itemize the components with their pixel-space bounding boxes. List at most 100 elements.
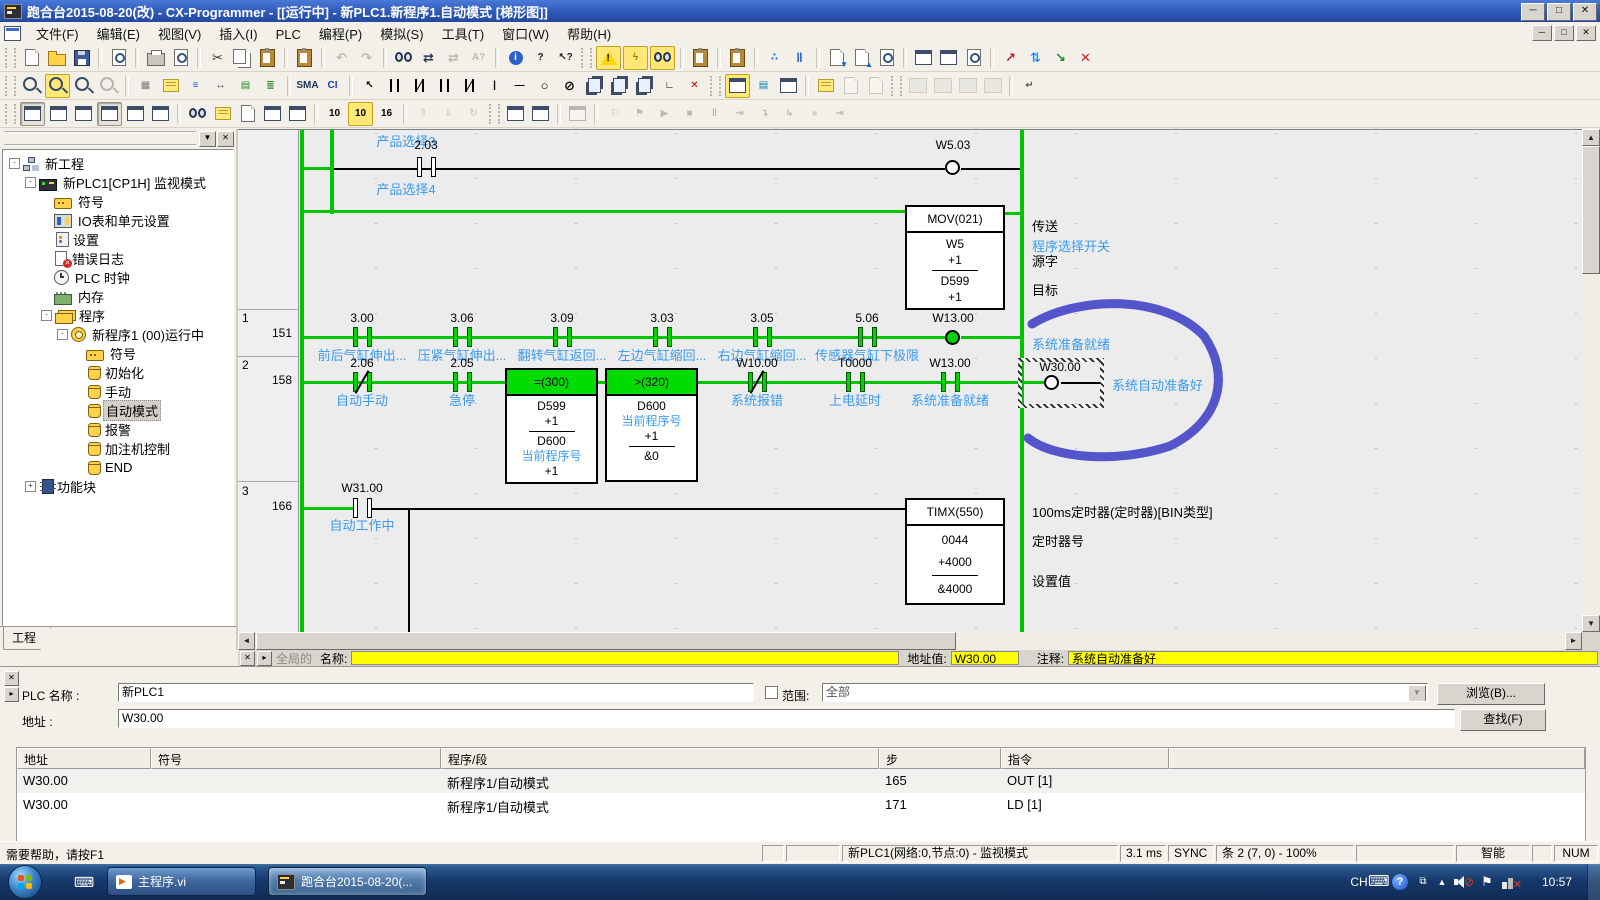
online-edit-icon[interactable] (726, 47, 749, 69)
return-icon[interactable]: ↵ (1018, 75, 1041, 97)
next-reference-icon[interactable]: ⇓ (437, 103, 460, 125)
quickbar-dock-button[interactable]: ▸ (257, 651, 272, 666)
mdi-close-button[interactable]: ✕ (1576, 25, 1596, 41)
horizontal-scrollbar[interactable]: ◄ ► (238, 632, 1582, 650)
scroll-right-button[interactable]: ► (1565, 632, 1582, 650)
new-contact-or-icon[interactable] (433, 75, 456, 97)
cross-reference-icon[interactable] (186, 103, 209, 125)
stop-simulation-icon[interactable]: ■ (678, 103, 701, 125)
pause-simulation-icon[interactable]: ‖ (703, 103, 726, 125)
quickbar-close-button[interactable]: ✕ (240, 651, 255, 666)
menu-2[interactable]: 编辑(E) (88, 24, 149, 45)
new-contact-or-nc-icon[interactable] (458, 75, 481, 97)
tree-expander-icon[interactable]: - (41, 310, 52, 321)
contact-2.05[interactable] (453, 372, 472, 392)
monitor-box-icon[interactable]: ▤ (234, 75, 257, 97)
tab-project[interactable]: 工程 (3, 627, 51, 650)
window-watch-icon[interactable] (72, 103, 95, 125)
coil-W13.00[interactable] (945, 330, 960, 345)
tree-item-错误日志[interactable]: 错误日志 (3, 249, 233, 268)
contact-2.06[interactable] (353, 372, 372, 392)
action-center-flag-icon[interactable]: ⚑ (1478, 864, 1496, 900)
contact-2.03[interactable] (417, 157, 436, 177)
keyboard-layout-icon[interactable]: ⌨ (1368, 864, 1388, 900)
new-contact-nc-icon[interactable] (408, 75, 431, 97)
new-contact-icon[interactable] (383, 75, 406, 97)
monitor-window-icon[interactable] (937, 47, 960, 69)
plc-name-field[interactable]: 新PLC1 (118, 683, 754, 702)
print-preview-icon[interactable] (169, 47, 192, 69)
zoom-fit-icon[interactable] (20, 75, 43, 97)
replace-icon[interactable]: ⇄ (417, 47, 440, 69)
contact-W10.00[interactable] (748, 372, 767, 392)
show-desktop-button[interactable] (1587, 864, 1600, 900)
info-icon[interactable]: i (504, 47, 527, 69)
zoom-region-icon[interactable] (45, 74, 70, 98)
window-toggle-icon[interactable] (20, 102, 45, 126)
contact-3.03[interactable] (653, 327, 672, 347)
zoom-out-icon[interactable] (97, 75, 120, 97)
instruction-timx[interactable]: TIMX(550) 0044+4000&4000 (905, 498, 1005, 605)
doc-next-icon[interactable] (864, 75, 887, 97)
vertical-scrollbar[interactable]: ▲ ▼ (1582, 129, 1600, 632)
vscroll-thumb[interactable] (1582, 146, 1600, 274)
column-header-指令[interactable]: 指令 (1001, 748, 1169, 769)
continuous-step-icon[interactable]: » (803, 103, 826, 125)
tree-item-PLC 时钟[interactable]: PLC 时钟 (3, 268, 233, 287)
contact-W13.00[interactable] (941, 372, 960, 392)
context-help-icon[interactable]: ↖? (554, 47, 577, 69)
table-row[interactable]: W30.00新程序1/自动模式165OUT [1] (17, 769, 1585, 793)
monitor-hex-16-icon[interactable]: 16 (375, 103, 398, 125)
cut-icon[interactable]: ✂ (206, 47, 229, 69)
monitor-dec-10-icon[interactable]: 10 (323, 103, 346, 125)
comment-field[interactable]: 系统自动准备好 (1068, 651, 1598, 665)
menu-5[interactable]: PLC (267, 24, 310, 45)
local-symbols-icon[interactable] (236, 103, 259, 125)
step-in-icon[interactable]: ↴ (753, 103, 776, 125)
finder-dock-button[interactable]: ▸ (4, 687, 19, 702)
contact-3.06[interactable] (453, 327, 472, 347)
corner-icon[interactable]: ∟ (658, 75, 681, 97)
volume-muted-icon[interactable]: ⊘ (1454, 876, 1468, 888)
browse-button[interactable]: 浏览(B)... (1437, 683, 1545, 705)
tree-item-设置[interactable]: 设置 (3, 230, 233, 249)
menu-9[interactable]: 窗口(W) (493, 24, 558, 45)
tree-item-IO表和单元设置[interactable]: IO表和单元设置 (3, 211, 233, 230)
address-value-field[interactable]: W30.00 (951, 651, 1019, 665)
tree-item-自动模式[interactable]: 自动模式 (3, 401, 233, 420)
taskbar-button-labview[interactable]: 主程序.vi (107, 867, 256, 896)
download-icon[interactable]: ↘ (1049, 47, 1072, 69)
mdi-child-icon[interactable] (4, 26, 21, 41)
pane-3-icon[interactable] (956, 75, 979, 97)
scroll-left-button[interactable]: ◄ (238, 632, 255, 650)
range-checkbox[interactable] (765, 686, 778, 699)
paste-special-icon[interactable] (293, 47, 316, 69)
contact-3.09[interactable] (553, 327, 572, 347)
erase-icon[interactable]: ✕ (683, 75, 706, 97)
pane-4-icon[interactable] (981, 75, 1004, 97)
column-header-步[interactable]: 步 (879, 748, 1001, 769)
tree-item-初始化[interactable]: 初始化 (3, 363, 233, 382)
maximize-button[interactable]: □ (1547, 3, 1571, 21)
differential-monitor-icon[interactable] (566, 103, 589, 125)
window-tray-icon[interactable]: ⧉ (1414, 864, 1432, 900)
tree-item-报警[interactable]: 报警 (3, 420, 233, 439)
contact-5.06[interactable] (858, 327, 877, 347)
verify-icon[interactable] (962, 47, 985, 69)
replace-az-icon[interactable]: A? (467, 47, 490, 69)
watch-window-icon[interactable] (725, 74, 750, 98)
doc-prev-icon[interactable] (839, 75, 862, 97)
transfer-from-plc-icon[interactable]: ▲ (850, 47, 873, 69)
select-tool-icon[interactable]: ↖ (358, 75, 381, 97)
force-on-icon[interactable] (504, 103, 527, 125)
address-field[interactable]: W30.00 (118, 709, 1455, 728)
rung-comment-icon[interactable] (159, 75, 182, 97)
compare-with-plc-icon[interactable] (875, 47, 898, 69)
io-table-icon[interactable] (912, 47, 935, 69)
instruction-mov[interactable]: MOV(021) W5+1D599+1 (905, 205, 1005, 310)
instruction-box-2-icon[interactable] (608, 75, 631, 97)
schedule-icon[interactable] (777, 75, 800, 97)
coil-W5.03[interactable] (945, 160, 960, 175)
tree-item-新PLC1[CP1H] 监视模式[interactable]: -新PLC1[CP1H] 监视模式 (3, 173, 233, 192)
menu-8[interactable]: 工具(T) (433, 24, 494, 45)
